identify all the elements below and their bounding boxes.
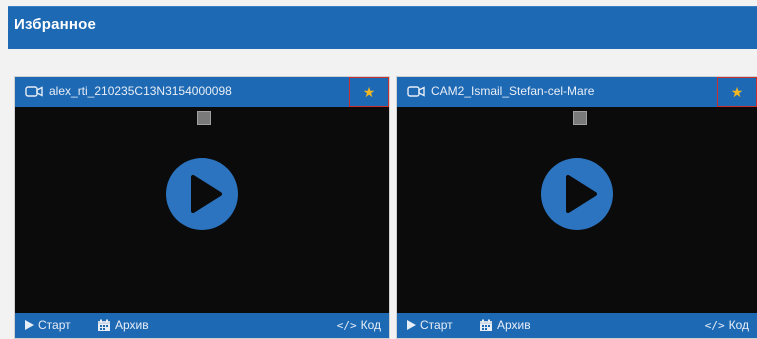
code-icon: </> xyxy=(336,318,357,332)
favorites-header: Избранное xyxy=(8,6,757,49)
embed-code-button[interactable]: </> Код xyxy=(337,318,381,332)
favorite-toggle-button[interactable]: ★ xyxy=(717,77,757,107)
video-player[interactable] xyxy=(397,107,757,313)
calendar-icon xyxy=(480,319,492,331)
play-button[interactable] xyxy=(165,157,239,231)
broken-image-icon xyxy=(573,111,587,125)
start-button[interactable]: Старт xyxy=(25,318,71,332)
play-icon xyxy=(25,320,34,330)
camera-card-footer: Старт Архив </> Код xyxy=(397,313,757,338)
embed-code-button[interactable]: </> Код xyxy=(705,318,749,332)
calendar-icon xyxy=(98,319,110,331)
camera-card-footer: Старт Архив </> Код xyxy=(15,313,389,338)
camera-icon xyxy=(407,86,425,97)
archive-label: Архив xyxy=(497,318,531,332)
archive-button[interactable]: Архив xyxy=(97,318,149,332)
camera-card: alex_rti_210235C13N3154000098 ★ Старт Ар… xyxy=(14,76,390,339)
camera-icon xyxy=(25,86,43,97)
code-icon: </> xyxy=(704,318,725,332)
star-icon: ★ xyxy=(362,84,376,100)
code-label: Код xyxy=(360,318,381,332)
start-label: Старт xyxy=(38,318,71,332)
camera-name: alex_rti_210235C13N3154000098 xyxy=(49,84,232,98)
archive-button[interactable]: Архив xyxy=(479,318,531,332)
play-button[interactable] xyxy=(540,157,614,231)
broken-image-icon xyxy=(197,111,211,125)
camera-name: CAM2_Ismail_Stefan-cel-Mare xyxy=(431,84,595,98)
favorite-toggle-button[interactable]: ★ xyxy=(349,77,389,107)
camera-card: CAM2_Ismail_Stefan-cel-Mare ★ Старт Архи… xyxy=(396,76,757,339)
camera-card-header: alex_rti_210235C13N3154000098 ★ xyxy=(15,77,389,107)
favorites-page: Избранное alex_rti_210235C13N3154000098 … xyxy=(0,0,757,339)
start-label: Старт xyxy=(420,318,453,332)
video-player[interactable] xyxy=(15,107,389,313)
star-icon: ★ xyxy=(730,84,744,100)
camera-card-header: CAM2_Ismail_Stefan-cel-Mare ★ xyxy=(397,77,757,107)
code-label: Код xyxy=(728,318,749,332)
page-title: Избранное xyxy=(14,16,97,33)
archive-label: Архив xyxy=(115,318,149,332)
play-icon xyxy=(407,320,416,330)
start-button[interactable]: Старт xyxy=(407,318,453,332)
